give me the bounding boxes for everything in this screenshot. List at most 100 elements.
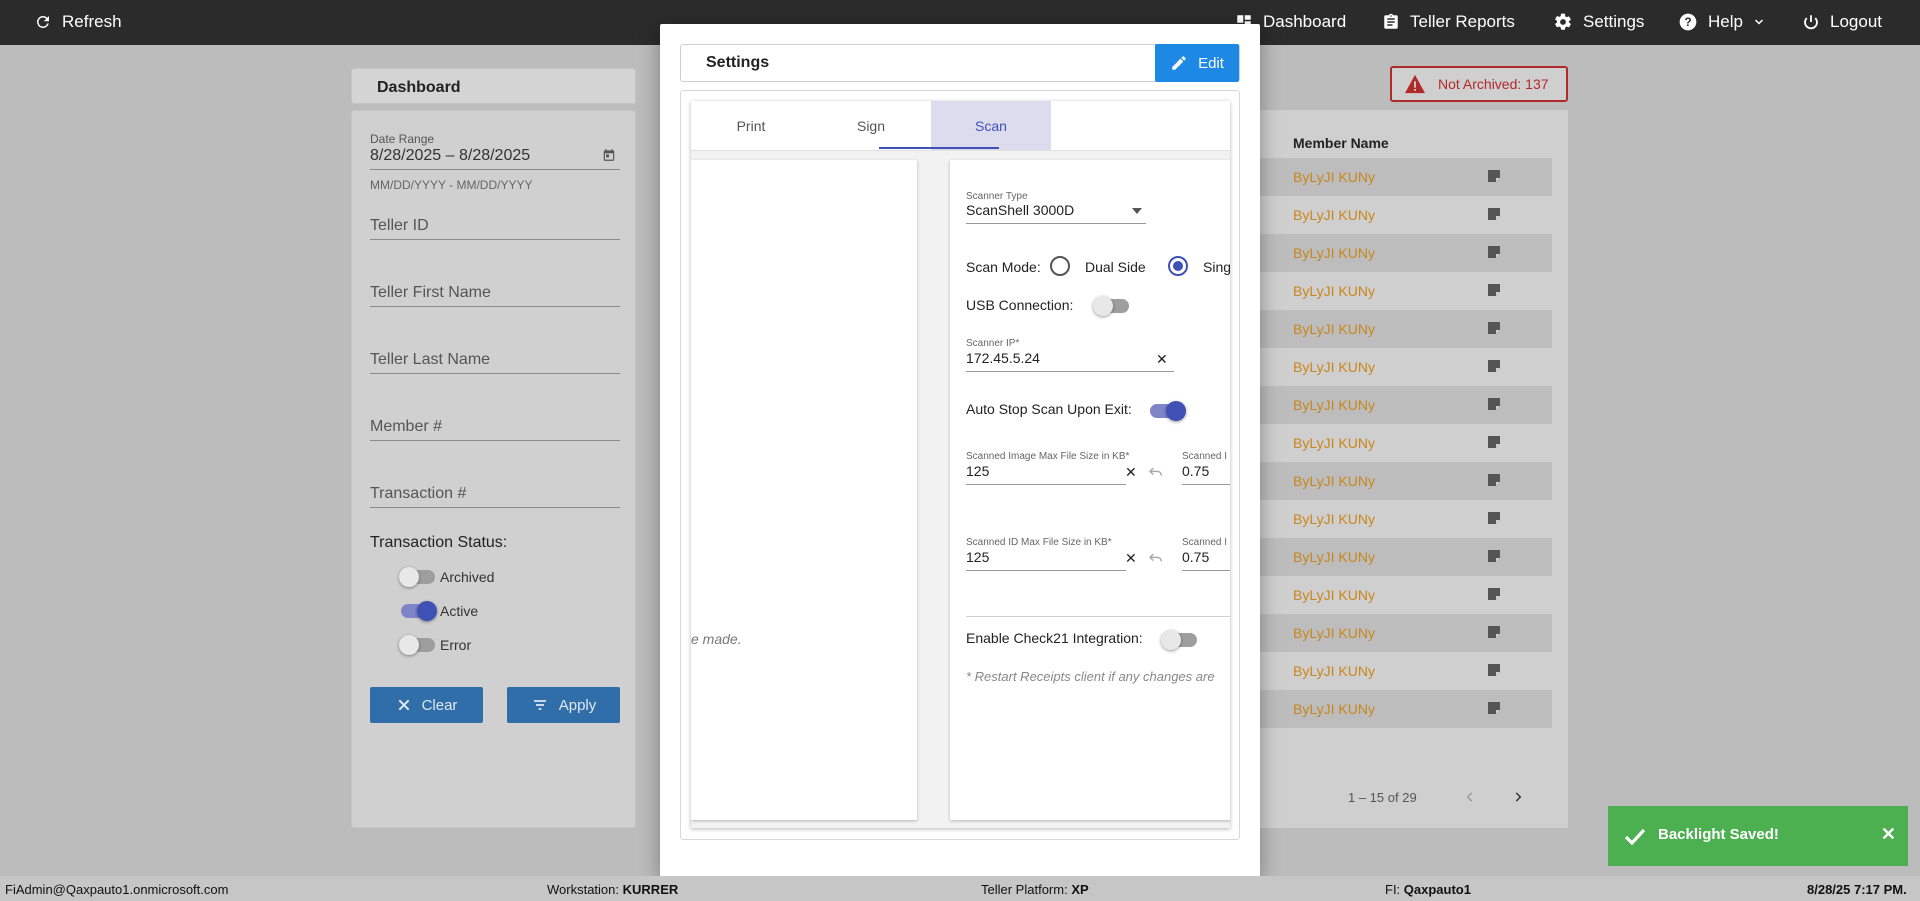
table-row[interactable]: ByLyJI KUNy — [1260, 310, 1552, 348]
tab-sign[interactable]: Sign — [811, 101, 931, 150]
note-icon[interactable] — [1486, 320, 1502, 341]
member-name-cell[interactable]: ByLyJI KUNy — [1293, 283, 1375, 299]
clear-button[interactable]: Clear — [370, 687, 483, 723]
active-toggle[interactable] — [401, 601, 437, 621]
member-name-header[interactable]: Member Name — [1293, 135, 1389, 151]
teller-last-name-input[interactable]: Teller Last Name — [370, 351, 620, 374]
note-icon[interactable] — [1486, 548, 1502, 569]
member-name-cell[interactable]: ByLyJI KUNy — [1293, 625, 1375, 641]
table-row[interactable]: ByLyJI KUNy — [1260, 158, 1552, 196]
tab-bar: Print Sign Scan — [691, 101, 1230, 151]
scanner-ip-clear-icon[interactable]: ✕ — [1156, 351, 1168, 368]
image-max-size-clear-icon[interactable]: ✕ — [1125, 464, 1137, 481]
tab-scan[interactable]: Scan — [931, 101, 1051, 150]
table-row[interactable]: ByLyJI KUNy — [1260, 500, 1552, 538]
fi-value: Qaxpauto1 — [1403, 882, 1471, 897]
nav-logout[interactable]: Logout — [1802, 12, 1882, 32]
table-row[interactable]: ByLyJI KUNy — [1260, 386, 1552, 424]
id-max-size-input[interactable]: 125 — [966, 549, 1126, 571]
error-toggle[interactable] — [399, 635, 435, 655]
active-label: Active — [440, 603, 479, 619]
section-divider — [966, 616, 1230, 617]
nav-teller-reports[interactable]: Teller Reports — [1382, 12, 1515, 32]
power-icon — [1802, 13, 1820, 31]
dual-side-label: Dual Side — [1085, 259, 1146, 275]
teller-first-name-input[interactable]: Teller First Name — [370, 284, 620, 307]
member-number-input[interactable]: Member # — [370, 418, 620, 441]
teller-id-input[interactable]: Teller ID — [370, 217, 620, 240]
member-name-cell[interactable]: ByLyJI KUNy — [1293, 473, 1375, 489]
note-icon[interactable] — [1486, 358, 1502, 379]
single-side-radio[interactable] — [1168, 256, 1188, 276]
footer-fi: FI: Qaxpauto1 — [1385, 882, 1471, 897]
archived-toggle[interactable] — [399, 567, 435, 587]
chevron-down-icon — [1753, 16, 1765, 28]
auto-stop-toggle[interactable] — [1150, 401, 1186, 421]
id-second-input[interactable]: 0.75 — [1182, 549, 1230, 571]
scanner-type-select[interactable]: ScanShell 3000D — [966, 202, 1146, 224]
note-icon[interactable] — [1486, 396, 1502, 417]
member-name-cell[interactable]: ByLyJI KUNy — [1293, 435, 1375, 451]
note-icon[interactable] — [1486, 282, 1502, 303]
image-max-size-value: 125 — [966, 463, 990, 479]
sign-panel: e made. — [691, 160, 917, 820]
note-icon[interactable] — [1486, 624, 1502, 645]
date-range-input[interactable]: 8/28/2025 – 8/28/2025 — [370, 147, 620, 170]
note-icon[interactable] — [1486, 434, 1502, 455]
table-row[interactable]: ByLyJI KUNy — [1260, 690, 1552, 728]
prev-page-button[interactable] — [1463, 788, 1477, 806]
member-name-cell[interactable]: ByLyJI KUNy — [1293, 245, 1375, 261]
toast-close-icon[interactable]: ✕ — [1881, 824, 1896, 845]
table-row[interactable]: ByLyJI KUNy — [1260, 348, 1552, 386]
table-row[interactable]: ByLyJI KUNy — [1260, 272, 1552, 310]
tab-print[interactable]: Print — [691, 101, 811, 150]
member-name-cell[interactable]: ByLyJI KUNy — [1293, 549, 1375, 565]
dual-side-radio[interactable] — [1050, 256, 1070, 276]
refresh-button[interactable]: Refresh — [34, 12, 122, 32]
id-max-size-clear-icon[interactable]: ✕ — [1125, 550, 1137, 567]
member-name-cell[interactable]: ByLyJI KUNy — [1293, 701, 1375, 717]
scanner-ip-input[interactable]: 172.45.5.24 — [966, 350, 1174, 372]
date-range-value: 8/28/2025 – 8/28/2025 — [370, 147, 531, 164]
table-row[interactable]: ByLyJI KUNy — [1260, 614, 1552, 652]
note-icon[interactable] — [1486, 662, 1502, 683]
note-icon[interactable] — [1486, 206, 1502, 227]
note-icon[interactable] — [1486, 700, 1502, 721]
member-name-cell[interactable]: ByLyJI KUNy — [1293, 359, 1375, 375]
undo-icon[interactable] — [1148, 552, 1164, 564]
member-name-cell[interactable]: ByLyJI KUNy — [1293, 169, 1375, 185]
image-max-size-input[interactable]: 125 — [966, 463, 1126, 485]
nav-settings[interactable]: Settings — [1553, 12, 1644, 32]
image-second-input[interactable]: 0.75 — [1182, 463, 1230, 485]
member-name-cell[interactable]: ByLyJI KUNy — [1293, 511, 1375, 527]
note-icon[interactable] — [1486, 168, 1502, 189]
apply-button[interactable]: Apply — [507, 687, 620, 723]
table-row[interactable]: ByLyJI KUNy — [1260, 576, 1552, 614]
filter-panel: Date Range 8/28/2025 – 8/28/2025 MM/DD/Y… — [351, 110, 636, 828]
table-row[interactable]: ByLyJI KUNy — [1260, 424, 1552, 462]
table-row[interactable]: ByLyJI KUNy — [1260, 196, 1552, 234]
table-row[interactable]: ByLyJI KUNy — [1260, 462, 1552, 500]
nav-help[interactable]: ? Help — [1678, 12, 1765, 32]
note-icon[interactable] — [1486, 510, 1502, 531]
note-icon[interactable] — [1486, 472, 1502, 493]
calendar-icon[interactable] — [602, 148, 616, 162]
member-name-cell[interactable]: ByLyJI KUNy — [1293, 663, 1375, 679]
next-page-button[interactable] — [1511, 788, 1525, 806]
member-name-cell[interactable]: ByLyJI KUNy — [1293, 207, 1375, 223]
member-name-cell[interactable]: ByLyJI KUNy — [1293, 587, 1375, 603]
not-archived-badge[interactable]: Not Archived: 137 — [1390, 66, 1568, 102]
check21-toggle[interactable] — [1161, 630, 1197, 650]
undo-icon[interactable] — [1148, 466, 1164, 478]
table-row[interactable]: ByLyJI KUNy — [1260, 234, 1552, 272]
note-icon[interactable] — [1486, 244, 1502, 265]
member-name-cell[interactable]: ByLyJI KUNy — [1293, 321, 1375, 337]
transaction-number-input[interactable]: Transaction # — [370, 485, 620, 508]
member-name-cell[interactable]: ByLyJI KUNy — [1293, 397, 1375, 413]
nav-teller-reports-label: Teller Reports — [1410, 12, 1515, 31]
note-icon[interactable] — [1486, 586, 1502, 607]
table-row[interactable]: ByLyJI KUNy — [1260, 652, 1552, 690]
edit-button[interactable]: Edit — [1155, 44, 1239, 82]
table-row[interactable]: ByLyJI KUNy — [1260, 538, 1552, 576]
usb-connection-toggle[interactable] — [1093, 296, 1129, 316]
